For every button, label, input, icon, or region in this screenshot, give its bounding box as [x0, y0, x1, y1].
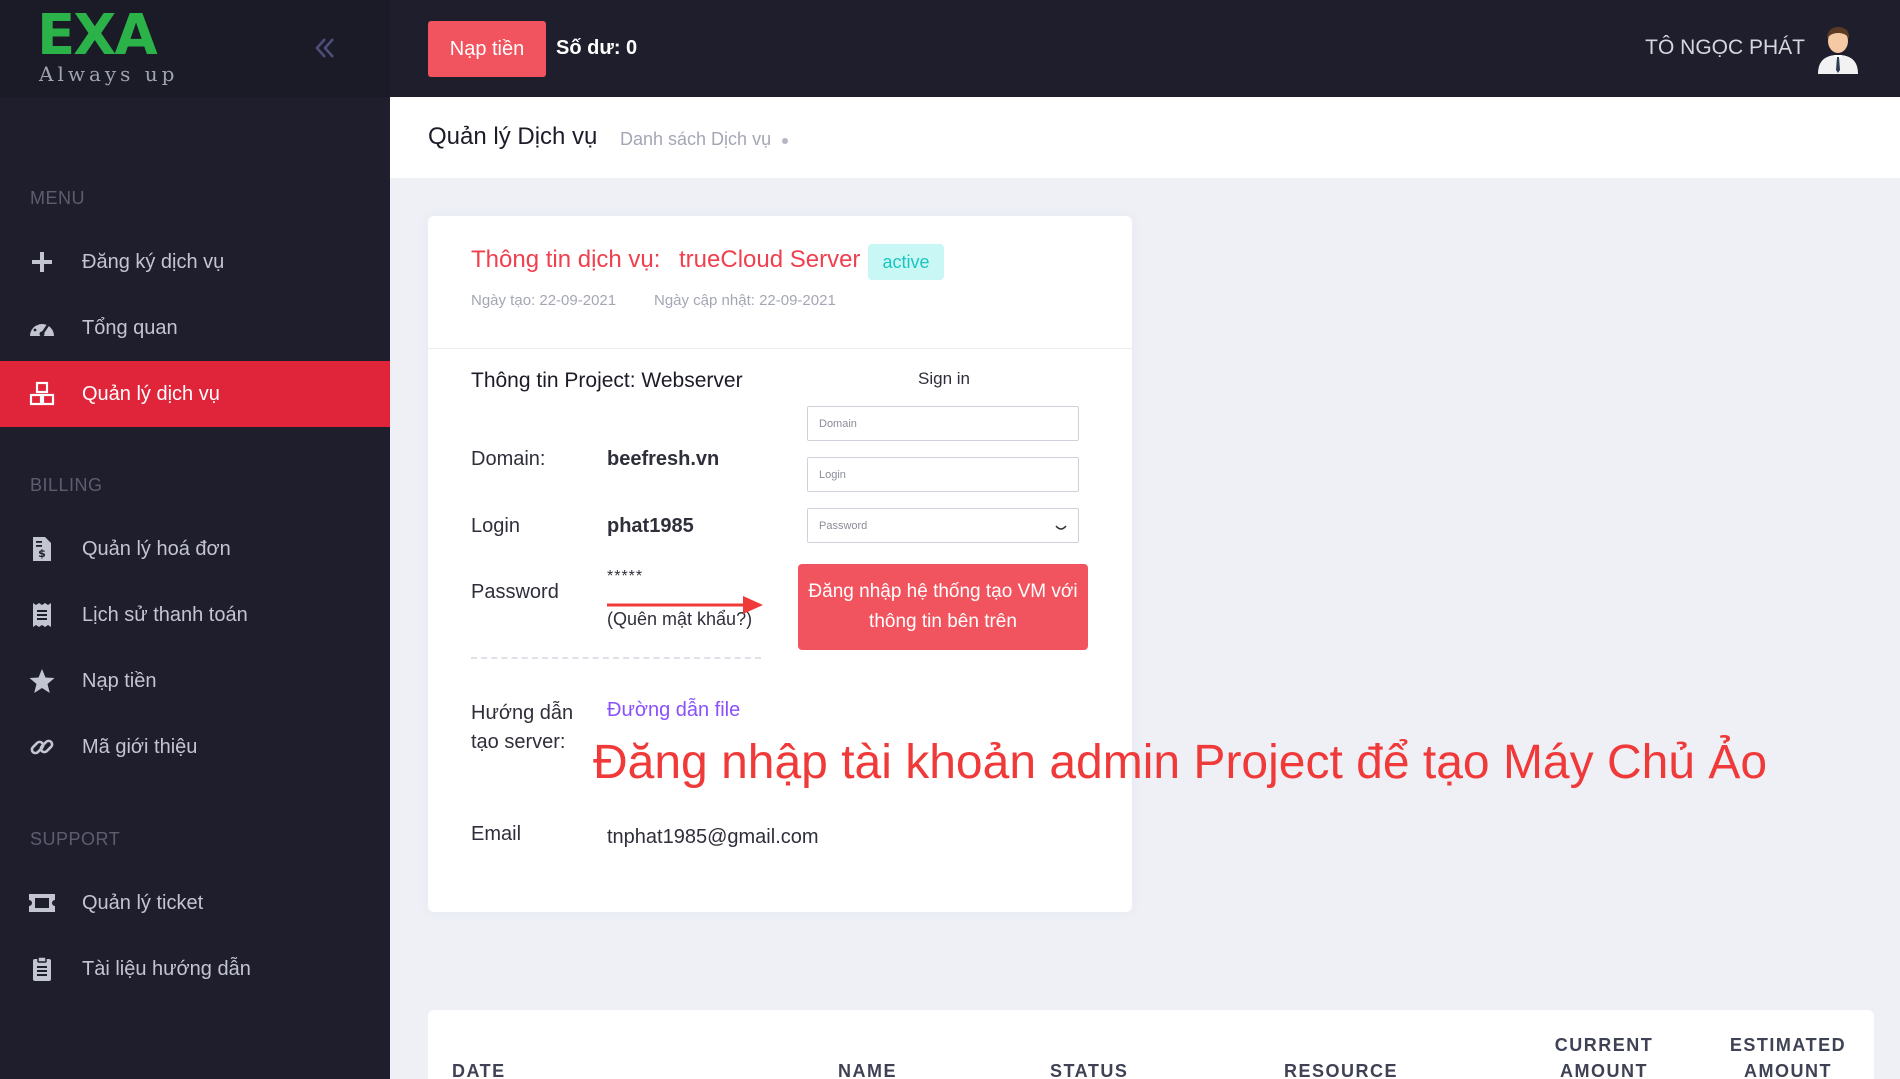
cubes-icon: [28, 380, 56, 408]
star-icon: [28, 667, 56, 695]
sidebar-item-label: Nạp tiền: [82, 669, 157, 692]
email-value: tnphat1985@gmail.com: [607, 826, 819, 848]
domain-input[interactable]: [807, 406, 1079, 441]
logo-tagline: Always up: [39, 62, 179, 86]
balance-text: Số dư: 0: [556, 37, 638, 59]
ticket-icon: [28, 889, 56, 917]
domain-value: beefresh.vn: [607, 448, 720, 470]
login-label: Login: [471, 515, 520, 537]
email-label: Email: [471, 823, 522, 845]
breadcrumb[interactable]: Danh sách Dịch vụ: [620, 129, 771, 150]
page-title: Quản lý Dịch vụ: [428, 123, 598, 150]
sidebar: EXA Always up MENU Đăng ký dịch vụ Tổng …: [0, 0, 390, 1079]
topbar: Nạp tiền Số dư: 0 TÔ NGỌC PHÁT: [390, 0, 1900, 97]
clipboard-icon: [28, 955, 56, 983]
domain-label: Domain:: [471, 448, 546, 470]
sidebar-item-referral[interactable]: Mã giới thiệu: [0, 714, 390, 780]
sidebar-item-label: Tài liệu hướng dẫn: [82, 957, 251, 980]
sidebar-item-manage-service[interactable]: Quản lý dịch vụ: [0, 361, 390, 427]
create-vm-login-button[interactable]: Đăng nhập hệ thống tạo VM với thông tin …: [798, 564, 1088, 650]
subheader: Quản lý Dịch vụ Danh sách Dịch vụ: [390, 97, 1900, 178]
created-date: Ngày tạo: 22-09-2021: [471, 292, 617, 309]
collapse-sidebar-icon[interactable]: [305, 28, 345, 68]
breadcrumb-dot: [782, 138, 788, 144]
plus-icon: [28, 248, 56, 276]
sidebar-item-tickets[interactable]: Quản lý ticket: [0, 870, 390, 936]
password-value: *****: [607, 568, 644, 585]
password-input[interactable]: [807, 508, 1079, 543]
section-billing: BILLING: [30, 475, 103, 495]
sidebar-item-label: Đăng ký dịch vụ: [82, 250, 225, 273]
sidebar-item-label: Quản lý dịch vụ: [82, 382, 220, 405]
sidebar-item-label: Quản lý hoá đơn: [82, 537, 231, 560]
column-date[interactable]: DATE: [452, 1058, 506, 1079]
service-title: Thông tin dịch vụ:: [471, 246, 661, 273]
login-input[interactable]: [807, 457, 1079, 492]
column-name[interactable]: NAME: [838, 1058, 897, 1079]
receipt-icon: [28, 601, 56, 629]
guide-label: Hướng dẫn tạo server:: [471, 702, 574, 753]
updated-date: Ngày cập nhật: 22-09-2021: [654, 292, 836, 309]
services-table: DATE NAME STATUS RESOURCE CURRENT AMOUNT…: [428, 1010, 1874, 1079]
logo-area: EXA Always up: [0, 0, 390, 97]
login-value: phat1985: [607, 515, 694, 537]
section-support: SUPPORT: [30, 829, 121, 849]
avatar[interactable]: [1814, 24, 1862, 74]
sidebar-item-label: Quản lý ticket: [82, 891, 204, 914]
sidebar-item-invoices[interactable]: $ Quản lý hoá đơn: [0, 516, 390, 582]
column-resource[interactable]: RESOURCE: [1284, 1058, 1398, 1079]
deposit-button[interactable]: Nạp tiền: [428, 21, 546, 77]
password-label: Password: [471, 581, 559, 603]
card-header: Thông tin dịch vụ: trueCloud Server acti…: [428, 216, 1132, 349]
column-current-amount[interactable]: CURRENT AMOUNT: [1548, 1032, 1660, 1079]
sidebar-item-label: Mã giới thiệu: [82, 735, 198, 758]
invoice-icon: $: [28, 535, 56, 563]
sidebar-item-payment-history[interactable]: Lịch sử thanh toán: [0, 582, 390, 648]
divider: [471, 657, 761, 659]
column-status[interactable]: STATUS: [1050, 1058, 1128, 1079]
logo[interactable]: EXA: [37, 6, 158, 66]
project-title: Thông tin Project: Webserver: [471, 369, 743, 392]
sidebar-item-docs[interactable]: Tài liệu hướng dẫn: [0, 936, 390, 1002]
signin-title: Sign in: [918, 369, 970, 388]
sidebar-item-deposit[interactable]: Nạp tiền: [0, 648, 390, 714]
annotation-text: Đăng nhập tài khoản admin Project để tạo…: [593, 736, 1768, 789]
annotation-arrow-icon: [607, 596, 763, 614]
sidebar-item-overview[interactable]: Tổng quan: [0, 295, 390, 361]
speedometer-icon: [28, 314, 56, 342]
sidebar-item-register-service[interactable]: Đăng ký dịch vụ: [0, 229, 390, 295]
service-name: trueCloud Server: [679, 246, 861, 273]
status-badge: active: [868, 244, 944, 280]
sidebar-item-label: Tổng quan: [82, 316, 178, 339]
guide-file-link[interactable]: Đường dẫn file: [607, 699, 740, 722]
section-menu: MENU: [30, 188, 85, 208]
eye-icon[interactable]: [1055, 520, 1067, 534]
link-icon: [28, 733, 56, 761]
column-estimated-amount[interactable]: ESTIMATED AMOUNT: [1718, 1032, 1858, 1079]
service-info-card: Thông tin dịch vụ: trueCloud Server acti…: [428, 216, 1132, 912]
svg-text:$: $: [38, 547, 46, 560]
sidebar-item-label: Lịch sử thanh toán: [82, 603, 248, 626]
username[interactable]: TÔ NGỌC PHÁT: [1645, 36, 1805, 60]
